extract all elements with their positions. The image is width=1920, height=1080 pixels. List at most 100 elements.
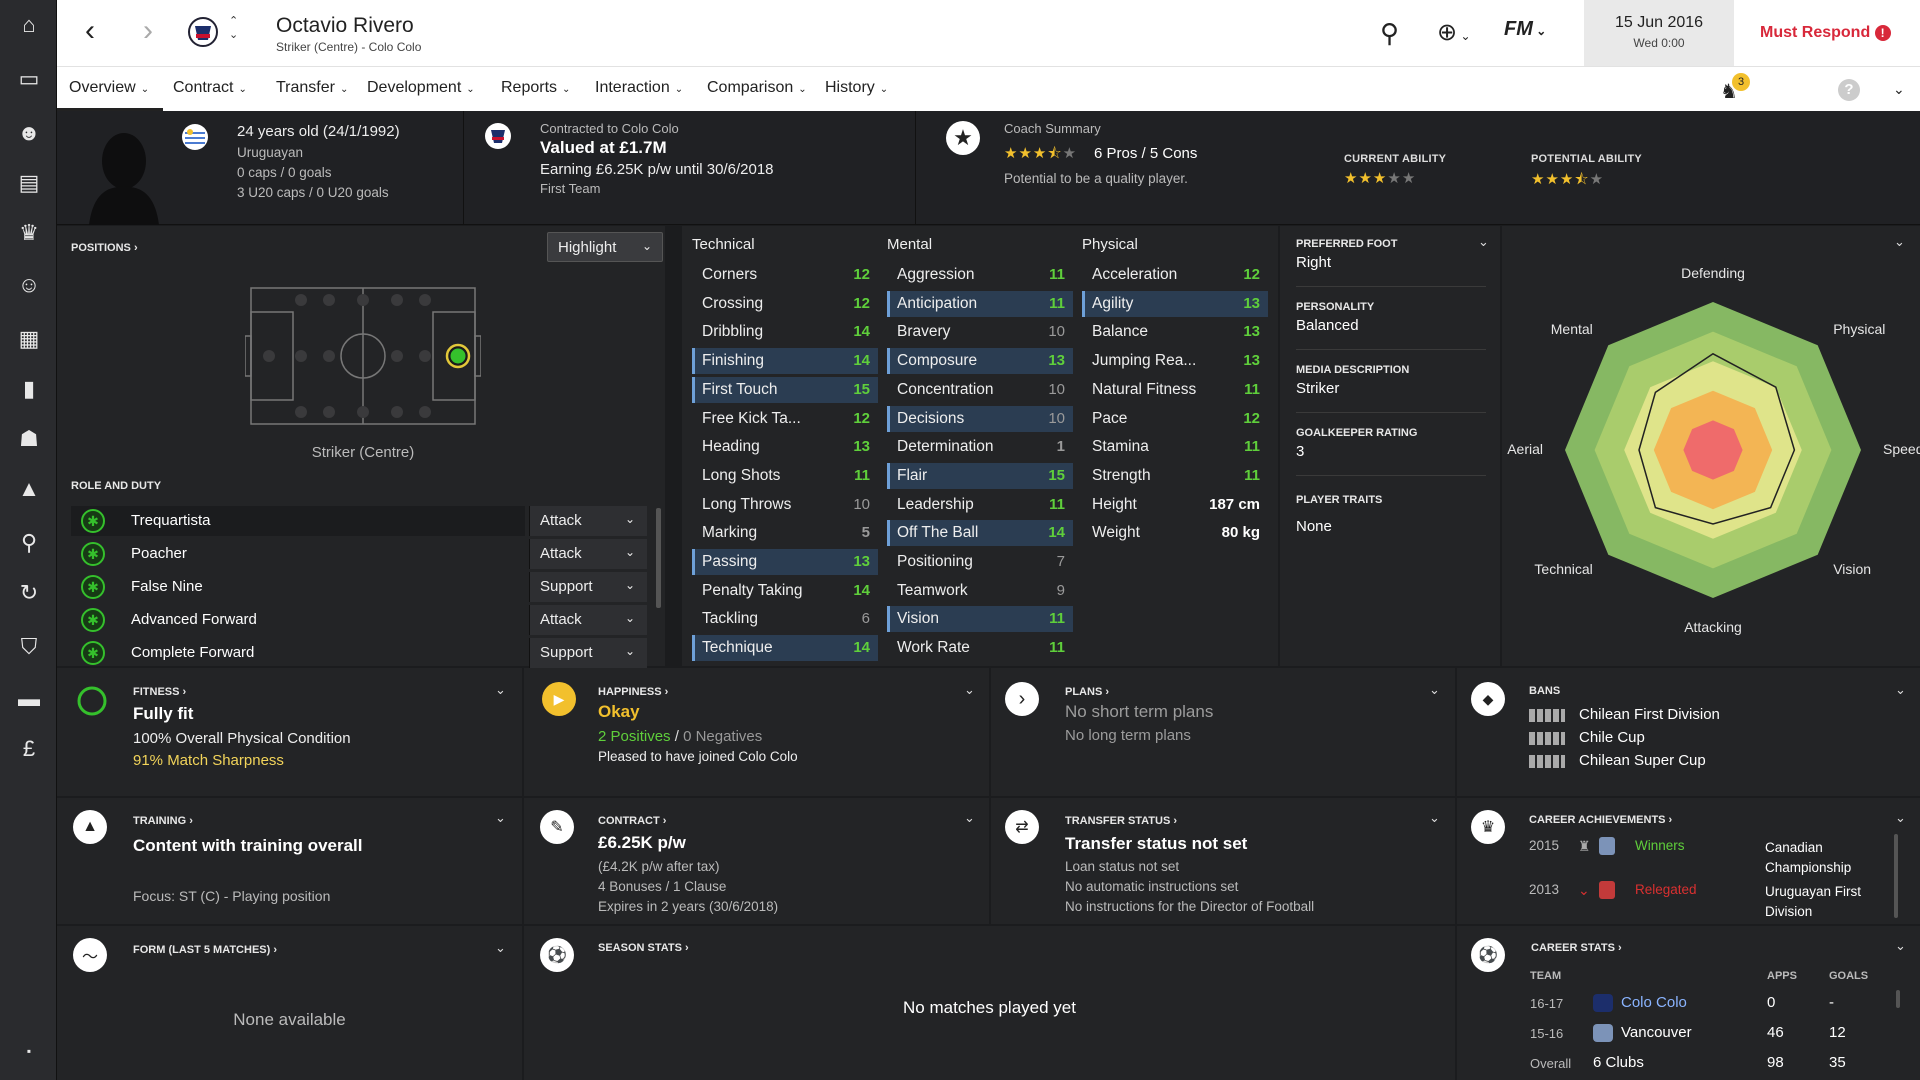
nav-tab-history[interactable]: History ⌄	[825, 79, 888, 97]
attribute-row[interactable]: Dribbling 14	[692, 319, 878, 345]
u19-squad-icon[interactable]: ☺	[14, 270, 44, 300]
duty-dropdown[interactable]: Support ⌄	[529, 572, 647, 602]
career-team[interactable]: Vancouver	[1621, 1024, 1692, 1041]
career-stats-chevron-icon[interactable]: ⌄	[1895, 938, 1906, 954]
highlight-dropdown[interactable]: Highlight ⌄	[547, 232, 663, 262]
search-icon[interactable]: ⚲	[14, 528, 44, 558]
duty-dropdown[interactable]: Attack ⌄	[529, 539, 647, 569]
achievements-chevron-icon[interactable]: ⌄	[1895, 810, 1906, 826]
nav-tab-reports[interactable]: Reports ⌄	[501, 79, 570, 97]
attribute-row[interactable]: Acceleration 12	[1082, 262, 1268, 288]
attribute-row[interactable]: Natural Fitness 11	[1082, 377, 1268, 403]
attribute-row[interactable]: Determination 1	[887, 434, 1073, 460]
back-icon[interactable]: ‹	[85, 14, 95, 48]
positions-title[interactable]: POSITIONS ›	[71, 242, 138, 254]
duty-dropdown[interactable]: Support ⌄	[529, 638, 647, 668]
forward-icon[interactable]: ›	[143, 14, 153, 48]
form-chevron-icon[interactable]: ⌄	[495, 940, 506, 956]
attribute-row[interactable]: Long Throws 10	[692, 492, 878, 518]
briefcase-icon[interactable]: ▬	[14, 684, 44, 714]
competitions-icon[interactable]: ♛	[14, 218, 44, 248]
status-icon[interactable]: ▪	[14, 1036, 44, 1066]
attribute-row[interactable]: Decisions 10	[887, 405, 1073, 432]
nav-tab-development[interactable]: Development ⌄	[367, 79, 475, 97]
attribute-row[interactable]: Penalty Taking 14	[692, 578, 878, 604]
must-respond-button[interactable]: Must Respond !	[1760, 24, 1891, 42]
attribute-row[interactable]: Finishing 14	[692, 348, 878, 375]
training-chevron-icon[interactable]: ⌄	[495, 810, 506, 826]
transfer-chevron-icon[interactable]: ⌄	[1429, 810, 1440, 826]
attribute-row[interactable]: Technique 14	[692, 635, 878, 662]
staff-icon[interactable]: ☗	[14, 424, 44, 454]
attribute-row[interactable]: Marking 5	[692, 520, 878, 546]
attribute-row[interactable]: Flair 15	[887, 462, 1073, 489]
more-chevron-icon[interactable]: ⌄	[1893, 81, 1905, 98]
season-stats-title[interactable]: SEASON STATS ›	[598, 942, 689, 954]
attribute-row[interactable]: Height 187 cm	[1082, 492, 1268, 518]
roles-scrollbar[interactable]	[656, 508, 661, 608]
attribute-row[interactable]: Jumping Rea... 13	[1082, 348, 1268, 374]
attribute-row[interactable]: Strength 11	[1082, 463, 1268, 489]
plans-chevron-icon[interactable]: ⌄	[1429, 682, 1440, 698]
career-stats-title[interactable]: CAREER STATS ›	[1531, 942, 1622, 954]
achievements-scrollbar[interactable]	[1894, 834, 1898, 918]
career-team[interactable]: Colo Colo	[1621, 994, 1687, 1011]
form-title[interactable]: FORM (LAST 5 MATCHES) ›	[133, 944, 277, 956]
attribute-row[interactable]: Long Shots 11	[692, 463, 878, 489]
attribute-row[interactable]: Weight 80 kg	[1082, 520, 1268, 546]
contract-title[interactable]: CONTRACT ›	[598, 815, 666, 827]
finances-icon[interactable]: £	[14, 734, 44, 764]
nav-tab-contract[interactable]: Contract ⌄	[173, 79, 247, 97]
club-icon[interactable]: ⛉	[14, 632, 44, 662]
role-row[interactable]: ✱ Advanced Forward	[71, 605, 525, 635]
role-row[interactable]: ✱ Poacher	[71, 539, 525, 569]
attribute-row[interactable]: Aggression 11	[887, 262, 1073, 288]
globe-icon[interactable]: ⊕ ⌄	[1437, 18, 1471, 47]
tactics-icon[interactable]: ▦	[14, 324, 44, 354]
attribute-row[interactable]: Passing 13	[692, 549, 878, 575]
career-achievements-title[interactable]: CAREER ACHIEVEMENTS ›	[1529, 814, 1672, 826]
squad-icon[interactable]: ☻	[14, 118, 44, 148]
plans-title[interactable]: PLANS ›	[1065, 686, 1109, 698]
inbox-icon[interactable]: ▭	[14, 64, 44, 94]
nav-tab-comparison[interactable]: Comparison ⌄	[707, 79, 807, 97]
attribute-row[interactable]: Off The Ball 14	[887, 520, 1073, 547]
role-row[interactable]: ✱ Complete Forward	[71, 638, 525, 668]
career-scrollbar[interactable]	[1896, 990, 1900, 1008]
contract-chevron-icon[interactable]: ⌄	[964, 810, 975, 826]
role-row[interactable]: ✱ Trequartista	[71, 506, 525, 536]
search-icon[interactable]: ⚲	[1380, 18, 1399, 49]
attribute-row[interactable]: First Touch 15	[692, 376, 878, 403]
attribute-row[interactable]: Agility 13	[1082, 290, 1268, 317]
schedule-icon[interactable]: ▤	[14, 168, 44, 198]
attribute-row[interactable]: Pace 12	[1082, 406, 1268, 432]
attribute-row[interactable]: Free Kick Ta... 12	[692, 406, 878, 432]
fitness-chevron-icon[interactable]: ⌄	[495, 682, 506, 698]
training-title[interactable]: TRAINING ›	[133, 815, 193, 827]
attribute-row[interactable]: Teamwork 9	[887, 578, 1073, 604]
help-icon[interactable]: ?	[1838, 79, 1860, 101]
transfers-icon[interactable]: ↻	[14, 578, 44, 608]
happiness-chevron-icon[interactable]: ⌄	[964, 682, 975, 698]
fm-menu-button[interactable]: FM ⌄	[1504, 18, 1570, 48]
attribute-row[interactable]: Composure 13	[887, 348, 1073, 375]
attribute-row[interactable]: Heading 13	[692, 434, 878, 460]
date-panel[interactable]: 15 Jun 2016 Wed 0:00	[1584, 0, 1734, 66]
attribute-row[interactable]: Leadership 11	[887, 492, 1073, 518]
duty-dropdown[interactable]: Attack ⌄	[529, 605, 647, 635]
training-icon[interactable]: ▲	[14, 474, 44, 504]
nav-tab-interaction[interactable]: Interaction ⌄	[595, 79, 683, 97]
attribute-row[interactable]: Tackling 6	[692, 606, 878, 632]
attribute-row[interactable]: Balance 13	[1082, 319, 1268, 345]
happiness-title[interactable]: HAPPINESS ›	[598, 686, 668, 698]
attribute-row[interactable]: Concentration 10	[887, 377, 1073, 403]
home-icon[interactable]: ⌂	[14, 10, 44, 40]
attribute-row[interactable]: Work Rate 11	[887, 635, 1073, 661]
attribute-row[interactable]: Stamina 11	[1082, 434, 1268, 460]
attribute-row[interactable]: Vision 11	[887, 606, 1073, 633]
attribute-row[interactable]: Corners 12	[692, 262, 878, 288]
fitness-title[interactable]: FITNESS ›	[133, 686, 186, 698]
attribute-row[interactable]: Positioning 7	[887, 549, 1073, 575]
transfer-status-title[interactable]: TRANSFER STATUS ›	[1065, 815, 1177, 827]
player-switch-icon[interactable]: ⌃ ⌄	[229, 14, 238, 42]
